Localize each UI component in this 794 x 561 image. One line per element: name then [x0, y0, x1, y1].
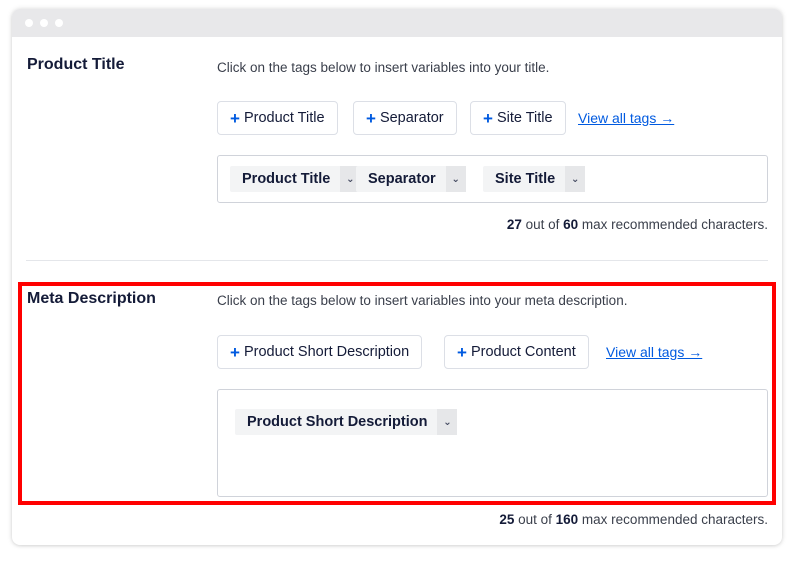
product-title-char-counter: 27 out of 60 max recommended characters. — [507, 217, 768, 232]
add-product-short-description-tag-button[interactable]: + Product Short Description — [217, 335, 423, 369]
product-title-hint: Click on the tags below to insert variab… — [217, 60, 550, 75]
counter-text: out of — [514, 512, 556, 527]
char-max: 60 — [563, 217, 579, 232]
counter-text: max recommended characters. — [578, 512, 768, 527]
window-dot-icon — [55, 19, 63, 27]
plus-icon: + — [457, 342, 467, 362]
char-count: 27 — [506, 217, 522, 232]
chevron-down-icon[interactable]: ⌄ — [445, 166, 466, 192]
view-all-tags-link[interactable]: View all tags → — [578, 110, 674, 126]
tag-site-title[interactable]: Site Title ⌄ — [483, 166, 586, 192]
meta-description-label: Meta Description — [27, 290, 156, 307]
product-title-label: Product Title — [27, 56, 125, 73]
char-max: 160 — [555, 512, 579, 527]
button-label: Separator — [379, 110, 444, 126]
button-label: Product Title — [243, 110, 325, 126]
product-title-editor[interactable]: Product Title ⌄ Separator ⌄ Site Title ⌄ — [217, 155, 768, 203]
add-site-title-tag-button[interactable]: + Site Title — [470, 101, 566, 135]
window-dot-icon — [25, 19, 33, 27]
meta-description-char-counter: 25 out of 160 max recommended characters… — [499, 512, 768, 527]
plus-icon: + — [366, 108, 376, 128]
tag-label: Separator — [368, 171, 436, 187]
counter-text: out of — [521, 217, 564, 232]
add-product-content-tag-button[interactable]: + Product Content — [444, 335, 589, 369]
window-dot-icon — [40, 19, 48, 27]
tag-label: Product Title — [242, 171, 331, 187]
view-all-tags-link[interactable]: View all tags → — [606, 344, 702, 360]
button-label: Site Title — [496, 110, 553, 126]
app-window: Product Title Click on the tags below to… — [12, 9, 782, 545]
section-divider — [26, 260, 768, 261]
tag-product-short-description[interactable]: Product Short Description ⌄ — [235, 409, 458, 435]
plus-icon: + — [230, 342, 240, 362]
tag-label: Site Title — [495, 171, 556, 187]
tag-product-title[interactable]: Product Title ⌄ — [230, 166, 361, 192]
button-label: Product Short Description — [243, 344, 410, 360]
meta-description-hint: Click on the tags below to insert variab… — [217, 293, 628, 308]
add-separator-tag-button[interactable]: + Separator — [353, 101, 457, 135]
add-product-title-tag-button[interactable]: + Product Title — [217, 101, 338, 135]
chevron-down-icon[interactable]: ⌄ — [565, 166, 586, 192]
button-label: Product Content — [470, 344, 576, 360]
plus-icon: + — [483, 108, 493, 128]
tag-separator[interactable]: Separator ⌄ — [356, 166, 466, 192]
tag-label: Product Short Description — [247, 414, 428, 430]
meta-description-editor[interactable]: Product Short Description ⌄ — [217, 389, 768, 497]
counter-text: max recommended characters. — [578, 217, 768, 232]
char-count: 25 — [499, 512, 515, 527]
chevron-down-icon[interactable]: ⌄ — [437, 409, 458, 435]
plus-icon: + — [230, 108, 240, 128]
window-titlebar — [12, 9, 782, 37]
